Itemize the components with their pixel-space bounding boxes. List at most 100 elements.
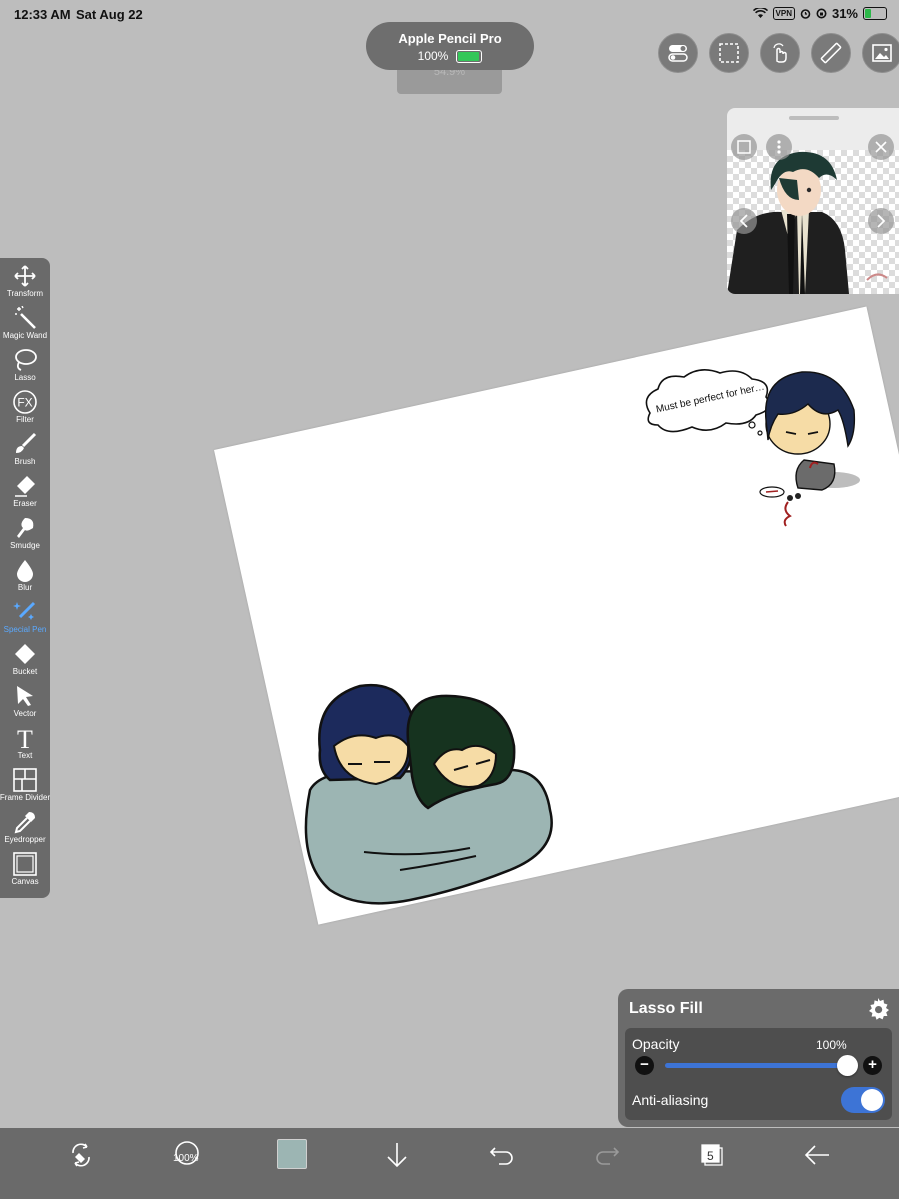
- opacity-value: 100%: [816, 1038, 847, 1052]
- more-icon: [777, 140, 781, 154]
- gear-icon: [869, 998, 889, 1020]
- brush-size-button[interactable]: 100%: [172, 1140, 202, 1170]
- tool-blur[interactable]: Blur: [0, 552, 50, 594]
- opacity-increase-button[interactable]: +: [863, 1056, 882, 1075]
- panel-controls: Opacity 100% − + Anti-aliasing: [625, 1028, 892, 1120]
- tool-bucket[interactable]: Bucket: [0, 636, 50, 678]
- selection-button[interactable]: [709, 33, 749, 73]
- reference-close-button[interactable]: [868, 134, 894, 160]
- svg-text:T: T: [17, 726, 33, 750]
- wifi-icon: [752, 8, 768, 18]
- toggle-settings-button[interactable]: [658, 33, 698, 73]
- undo-button[interactable]: [485, 1138, 519, 1172]
- thought-text: Must be perfect for her…: [655, 381, 766, 416]
- tool-magic-wand[interactable]: Magic Wand: [0, 300, 50, 342]
- opacity-decrease-button[interactable]: −: [635, 1056, 654, 1075]
- thought-bubble: [645, 369, 771, 436]
- opacity-slider-knob[interactable]: [837, 1055, 858, 1076]
- frame-icon: [737, 140, 751, 154]
- tool-label: Eyedropper: [4, 835, 46, 844]
- pencil-title: Apple Pencil Pro: [398, 31, 502, 46]
- tool-vector[interactable]: Vector: [0, 678, 50, 720]
- anti-aliasing-label: Anti-aliasing: [632, 1092, 709, 1108]
- tool-eyedropper[interactable]: Eyedropper: [0, 804, 50, 846]
- redo-button[interactable]: [590, 1138, 624, 1172]
- tool-label: Lasso: [14, 373, 36, 382]
- ruler-button[interactable]: [811, 33, 851, 73]
- swap-tool-icon: [72, 1143, 90, 1167]
- tool-label: Filter: [16, 415, 34, 424]
- transform-icon: [14, 265, 36, 287]
- battery-percent: 31%: [831, 6, 858, 21]
- eraser-icon: [15, 476, 35, 497]
- reference-window[interactable]: [727, 108, 899, 294]
- battery-charging-icon: [863, 7, 887, 20]
- panel-title: Lasso Fill: [629, 1000, 703, 1017]
- image-reference-button[interactable]: [862, 33, 899, 73]
- chibi-sitting-illustration: [759, 371, 860, 527]
- fx-icon: FX: [13, 390, 37, 414]
- gesture-button[interactable]: [760, 33, 800, 73]
- back-button[interactable]: [800, 1138, 834, 1172]
- magic-wand-icon: [15, 306, 36, 329]
- tool-lasso[interactable]: Lasso: [0, 342, 50, 384]
- tool-filter[interactable]: FX Filter: [0, 384, 50, 426]
- selection-icon: [719, 43, 739, 63]
- frame-divider-icon: [13, 768, 37, 792]
- tool-label: Magic Wand: [2, 331, 48, 340]
- opacity-label: Opacity: [632, 1036, 680, 1052]
- rotation-lock-icon: [816, 8, 827, 19]
- anti-aliasing-toggle[interactable]: [841, 1087, 885, 1113]
- tool-smudge[interactable]: Smudge: [0, 510, 50, 552]
- reference-next-button[interactable]: [868, 208, 894, 234]
- svg-text:FX: FX: [17, 396, 32, 410]
- vector-arrow-icon: [17, 686, 33, 706]
- tool-label: Brush: [14, 457, 36, 466]
- image-reference-icon: [872, 44, 892, 62]
- opacity-slider-track[interactable]: [665, 1063, 850, 1068]
- redo-icon: [596, 1147, 620, 1165]
- tool-transform[interactable]: Transform: [0, 258, 50, 300]
- reference-prev-button[interactable]: [731, 208, 757, 234]
- tool-special-pen[interactable]: Special Pen: [0, 594, 50, 636]
- tool-text[interactable]: T Text: [0, 720, 50, 762]
- layers-button[interactable]: 5: [695, 1138, 729, 1172]
- close-icon: [875, 141, 887, 153]
- text-icon: T: [17, 726, 33, 750]
- lasso-icon: [15, 349, 37, 371]
- tool-label: Eraser: [13, 499, 37, 508]
- alarm-icon: [800, 9, 811, 19]
- status-indicators: VPN 31%: [752, 6, 887, 21]
- brush-icon: [16, 432, 37, 453]
- next-icon: [877, 214, 886, 228]
- reference-frame-button[interactable]: [731, 134, 757, 160]
- reference-drag-handle[interactable]: [789, 116, 839, 120]
- tools-toolbar: Transform Magic Wand Lasso FX Filter Bru…: [0, 258, 50, 898]
- tool-label: Transform: [6, 289, 44, 298]
- prev-icon: [739, 214, 748, 228]
- smudge-icon: [17, 518, 34, 538]
- tool-canvas[interactable]: Canvas: [0, 846, 50, 888]
- canvas-icon: [13, 852, 37, 876]
- back-arrow-icon: [804, 1145, 829, 1165]
- tool-frame-divider[interactable]: Frame Divider: [0, 762, 50, 804]
- tool-eraser[interactable]: Eraser: [0, 468, 50, 510]
- tool-label: Blur: [17, 583, 33, 592]
- brush-size-label: 100%: [173, 1153, 199, 1164]
- status-time: 12:33 AM: [14, 7, 71, 22]
- tool-label: Canvas: [11, 877, 39, 886]
- tool-label: Text: [17, 751, 33, 760]
- eyedropper-icon: [14, 812, 35, 834]
- hugging-chibis-illustration: [304, 683, 553, 905]
- tool-label: Bucket: [12, 667, 38, 676]
- drawing-paper[interactable]: [214, 306, 899, 925]
- tool-brush[interactable]: Brush: [0, 426, 50, 468]
- top-toolbar: [658, 33, 899, 73]
- panel-settings-button[interactable]: [866, 997, 890, 1026]
- bucket-icon: [15, 644, 35, 664]
- reference-more-button[interactable]: [766, 134, 792, 160]
- color-swatch[interactable]: [277, 1139, 307, 1169]
- download-arrow-icon: [387, 1143, 407, 1168]
- download-button[interactable]: [380, 1138, 414, 1172]
- swap-tool-button[interactable]: [64, 1138, 98, 1172]
